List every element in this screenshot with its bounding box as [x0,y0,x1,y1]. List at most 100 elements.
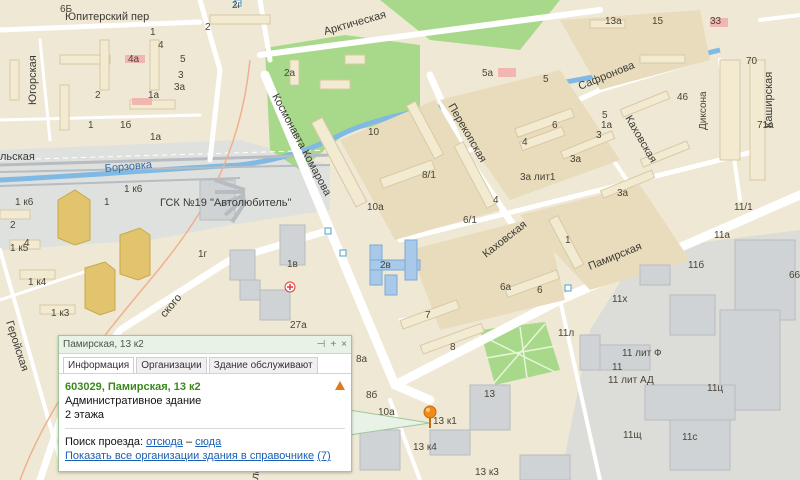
house-number: 13 к1 [433,416,457,427]
pin-icon[interactable]: ⊣ [317,339,326,350]
house-number: 4 [24,238,30,249]
popup-header: Памирская, 13 к2 ⊣ + × [59,336,351,354]
house-number: 6 [537,285,543,296]
house-number: 13 к4 [413,442,437,453]
house-number: 8б [366,389,378,401]
house-number: 11щ [623,430,642,441]
house-number: 1а [148,90,160,101]
house-number: 11а [714,230,730,241]
house-number: 3а [617,188,629,199]
popup-content: 603029, Памирская, 13 к2 Административно… [59,374,351,463]
warning-icon[interactable] [335,381,345,390]
house-number: 4 [522,137,528,148]
house-number: 3а [570,154,582,165]
house-number: 2г [232,0,242,11]
house-number: 6/1 [463,215,477,226]
house-number: 13а [605,16,622,27]
house-number: 33 [710,16,722,27]
house-number: 11 [612,362,623,373]
route-dash: – [185,436,193,448]
house-number: 1 к4 [28,277,47,288]
house-number: 2а [284,68,296,79]
building-info-popup[interactable]: Памирская, 13 к2 ⊣ + × Информация Органи… [58,335,352,472]
house-number: 1 [104,197,110,208]
house-number: 10 [368,127,380,138]
house-number: 2 [95,90,101,101]
house-number: 11 лит АД [608,375,654,386]
tab-building-services[interactable]: Здание обслуживают [208,357,318,373]
house-number: 11 лит Ф [622,348,662,359]
route-search-row: Поиск проезда: отсюда – сюда [65,435,345,449]
house-number: 11б [688,259,704,271]
house-number: 6 [552,120,558,131]
house-number: 11л [558,328,574,339]
house-number: 11/1 [734,202,753,213]
medical-icon[interactable] [284,281,296,293]
house-number: 2 [205,22,211,33]
route-search-label: Поиск проезда: [65,436,143,448]
show-all-orgs-row: Показать все организации здания в справо… [65,449,345,463]
popup-tabs: Информация Организации Здание обслуживаю… [59,354,351,374]
house-number: 6 [0,0,6,3]
house-number: 10а [367,202,384,213]
house-number: 5а [482,68,494,79]
building-floors: 2 этажа [65,409,105,421]
street-label-yupiterskiy: Юпитерский пер [65,11,149,23]
house-number: 5 [602,110,608,121]
show-all-organizations-link[interactable]: Показать все организации здания в справо… [65,450,314,462]
house-number: 66 [789,270,800,281]
house-number: 4а [128,54,140,65]
house-number: 15 [652,16,664,27]
building-type: Административное здание [65,395,202,407]
house-number: 3а [174,82,186,93]
expand-icon[interactable]: + [330,339,336,350]
route-from-link[interactable]: отсюда [146,436,183,448]
house-number: 6а [500,282,512,293]
house-number: 1в [287,259,298,270]
street-label-yugorskaya: Югорская [27,55,39,105]
house-number: 1б [120,119,132,131]
house-number: 5 [180,54,186,65]
house-number: 8/1 [422,170,436,181]
poi-label-gsk: ГСК №19 "Автолюбитель" [160,197,292,209]
house-number: 3 [178,70,184,81]
route-to-link[interactable]: сюда [195,436,221,448]
close-icon[interactable]: × [341,339,347,350]
house-number: 1г [198,249,208,260]
house-number: 8а [356,354,368,365]
house-number: 13 к3 [475,467,499,478]
house-number: 5 [543,74,549,85]
house-number: 11с [682,432,697,443]
house-number: 6Б [60,4,73,15]
house-number: 27а [290,320,307,331]
house-number: 71а [757,120,774,131]
house-number: 70 [746,56,758,67]
house-number: 1 [150,27,156,38]
house-number: 4 [493,195,499,206]
popup-divider [65,428,345,429]
organizations-count-link[interactable]: (7) [317,450,330,462]
house-number: 3 [596,130,602,141]
house-number: 7 [425,310,431,321]
house-number: 1 [88,120,94,131]
house-number: 4 [158,40,164,51]
house-number: 1 к6 [124,184,143,195]
house-number: 46 [677,92,689,103]
house-number: 13 [484,389,496,400]
house-number: 3а лит1 [520,172,556,183]
house-number: 1 к3 [51,308,70,319]
house-number: 11х [612,294,627,305]
house-number: 2в [380,260,391,271]
house-number: 1 к6 [15,197,34,208]
tab-organizations[interactable]: Организации [136,357,207,373]
house-number: 8 [450,342,456,353]
house-number: 1 [565,235,571,246]
house-number: 11ц [707,383,723,394]
popup-title: Памирская, 13 к2 [63,339,144,350]
tab-information[interactable]: Информация [63,357,135,373]
building-address: 603029, Памирская, 13 к2 [65,381,201,393]
street-label-lskaya: льская [0,151,35,163]
house-number: 1а [601,120,613,131]
street-label-dikson: Диксона [698,91,709,130]
house-number: 1а [150,132,162,143]
